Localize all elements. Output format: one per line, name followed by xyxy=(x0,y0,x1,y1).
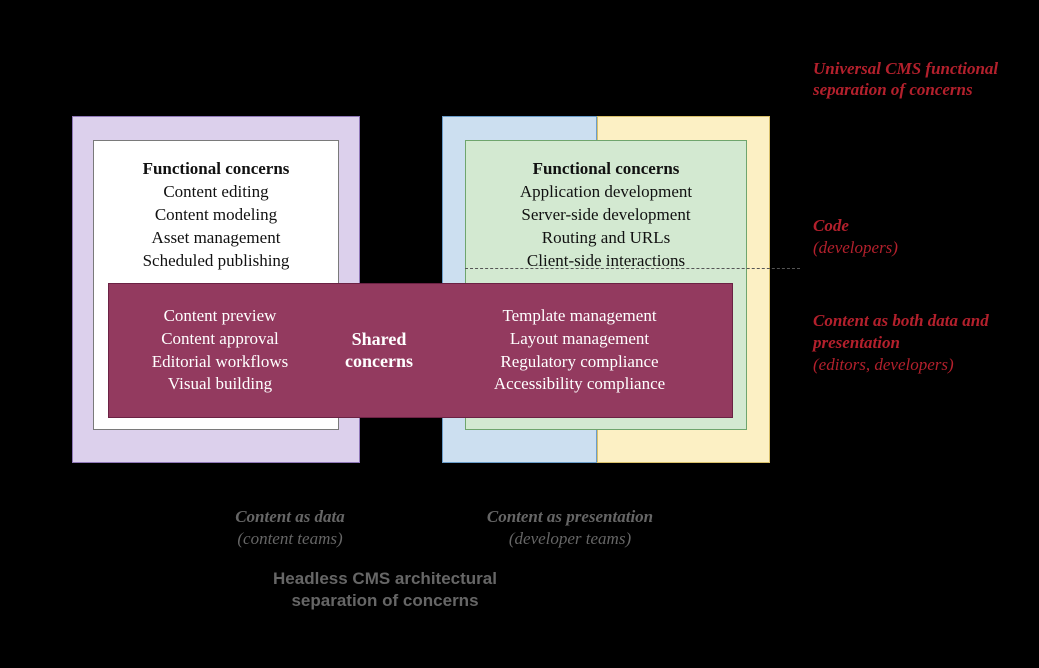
shared-concerns-box: Content preview Content approval Editori… xyxy=(108,283,733,418)
functional-left-item: Scheduled publishing xyxy=(93,250,339,273)
functional-left-item: Content modeling xyxy=(93,204,339,227)
shared-left-item: Editorial workflows xyxy=(121,351,319,374)
functional-left-item: Content editing xyxy=(93,181,339,204)
shared-concerns-label: Shared concerns xyxy=(319,329,439,372)
side-label-content: Content as both data and presentation (e… xyxy=(813,310,1039,376)
functional-concerns-left: Functional concerns Content editing Cont… xyxy=(93,158,339,273)
side-label-content-title: Content as both data and presentation xyxy=(813,310,1039,354)
shared-right-item: Template management xyxy=(439,305,720,328)
side-label-code: Code (developers) xyxy=(813,215,898,259)
functional-right-head: Functional concerns xyxy=(465,158,747,181)
shared-right-item: Layout management xyxy=(439,328,720,351)
functional-left-head: Functional concerns xyxy=(93,158,339,181)
shared-left-item: Content preview xyxy=(121,305,319,328)
bottom-label-content-data-title: Content as data xyxy=(195,506,385,528)
shared-right-col: Template management Layout management Re… xyxy=(439,305,732,397)
side-label-content-sub: (editors, developers) xyxy=(813,354,1039,376)
bottom-label-content-data: Content as data (content teams) xyxy=(195,506,385,550)
functional-right-item: Routing and URLs xyxy=(465,227,747,250)
side-label-code-title: Code xyxy=(813,215,898,237)
shared-right-item: Accessibility compliance xyxy=(439,373,720,396)
shared-right-item: Regulatory compliance xyxy=(439,351,720,374)
functional-right-item: Client-side interactions xyxy=(465,250,747,273)
bottom-label-content-presentation-sub: (developer teams) xyxy=(440,528,700,550)
shared-left-col: Content preview Content approval Editori… xyxy=(109,305,319,397)
bottom-label-content-presentation: Content as presentation (developer teams… xyxy=(440,506,700,550)
shared-left-item: Visual building xyxy=(121,373,319,396)
bottom-label-content-data-sub: (content teams) xyxy=(195,528,385,550)
bottom-label-content-presentation-title: Content as presentation xyxy=(440,506,700,528)
title-universal-cms: Universal CMS functional separation of c… xyxy=(813,58,1033,101)
functional-concerns-right: Functional concerns Application developm… xyxy=(465,158,747,273)
functional-right-item: Server-side development xyxy=(465,204,747,227)
functional-left-item: Asset management xyxy=(93,227,339,250)
title-headless-cms: Headless CMS architectural separation of… xyxy=(245,568,525,612)
functional-right-item: Application development xyxy=(465,181,747,204)
side-label-code-sub: (developers) xyxy=(813,237,898,259)
shared-left-item: Content approval xyxy=(121,328,319,351)
